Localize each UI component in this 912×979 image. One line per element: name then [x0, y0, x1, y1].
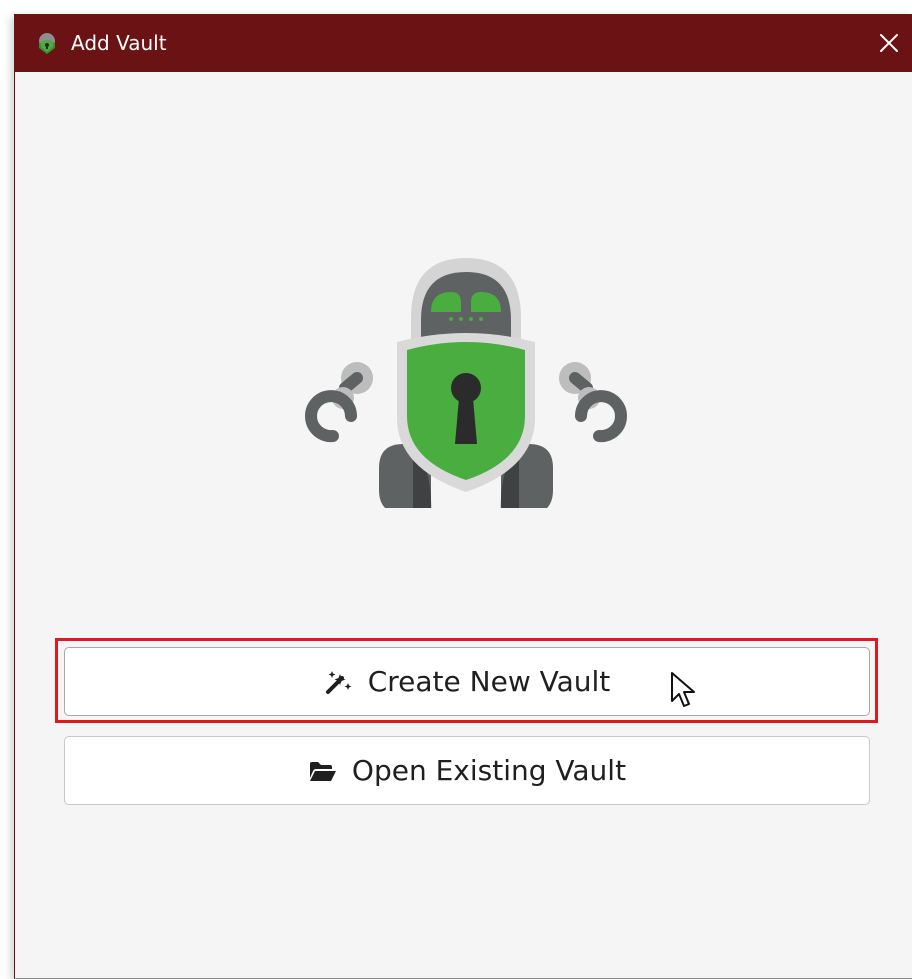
create-new-vault-button[interactable]: Create New Vault: [64, 647, 870, 716]
create-new-vault-label: Create New Vault: [367, 665, 611, 698]
mouse-pointer-icon: [671, 672, 695, 707]
close-button[interactable]: [866, 14, 912, 72]
folder-open-icon: [309, 761, 336, 781]
magic-wand-icon: [325, 670, 352, 694]
cryptomator-logo: [305, 258, 627, 508]
window-title: Add Vault: [71, 31, 167, 55]
close-icon: [880, 34, 898, 52]
cryptomator-robot-icon: [39, 33, 55, 54]
open-existing-vault-label: Open Existing Vault: [351, 754, 627, 787]
open-existing-vault-button[interactable]: Open Existing Vault: [64, 736, 870, 805]
title-bar[interactable]: Add Vault: [15, 14, 912, 72]
add-vault-dialog: Add Vault Create New Vault Open Existing…: [14, 14, 912, 979]
